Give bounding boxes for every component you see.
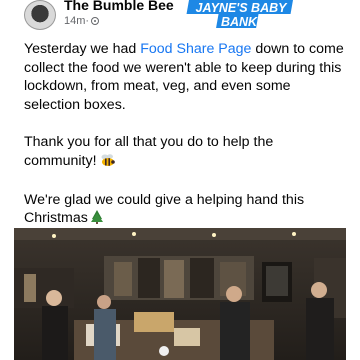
post-body: Yesterday we had Food Share Page down to…: [24, 40, 344, 230]
post-meta: 14m·: [64, 15, 100, 27]
paragraph1-text-start: Yesterday we had: [24, 41, 141, 57]
logo-line1: JAYNE'S BABY: [196, 1, 289, 15]
post-time[interactable]: 14m: [64, 15, 85, 27]
post-header: The Bumble Bee 14m· JAYNE'S BABY BANK: [0, 0, 360, 36]
page-name[interactable]: The Bumble Bee: [64, 0, 174, 13]
food-share-page-link[interactable]: Food Share Page: [140, 41, 251, 57]
logo-line2: BANK: [221, 15, 258, 29]
paragraph2-text: Thank you for all that you do to help th…: [24, 133, 274, 169]
bee-emoji-icon: [100, 153, 116, 173]
post-paragraph-3: We're glad we could give a helping hand …: [24, 191, 344, 230]
post-paragraph-1: Yesterday we had Food Share Page down to…: [24, 40, 344, 114]
globe-icon: [91, 17, 100, 25]
post-photo[interactable]: [14, 228, 346, 360]
christmas-tree-emoji-icon: [90, 210, 103, 230]
paragraph3-text: We're glad we could give a helping hand …: [24, 191, 305, 227]
post-paragraph-2: Thank you for all that you do to help th…: [24, 133, 344, 172]
jaynes-baby-bank-logo: JAYNE'S BABY BANK: [183, 0, 295, 30]
page-avatar[interactable]: [24, 0, 56, 30]
meta-separator: ·: [85, 15, 90, 27]
